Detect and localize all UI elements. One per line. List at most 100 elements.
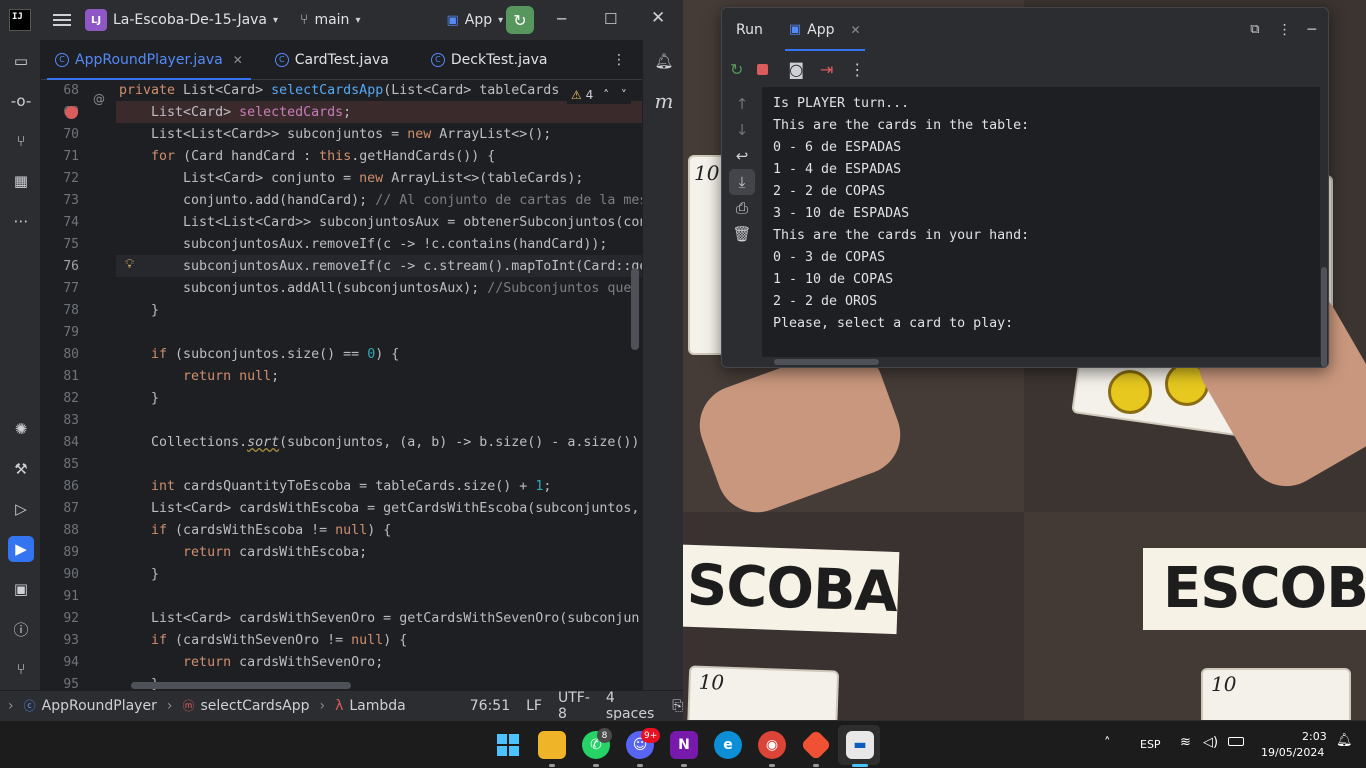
chevron-up-icon[interactable]: ˄ (603, 88, 609, 102)
code-line[interactable]: Collections.sort(subconjuntos, (a, b) ->… (119, 432, 639, 454)
git-client-icon[interactable] (800, 729, 832, 761)
breadcrumb-lambda[interactable]: Lambda (349, 698, 405, 714)
rerun-button[interactable]: ↻ (506, 6, 534, 34)
code-line[interactable]: if (cardsWithSevenOro != null) { (119, 630, 407, 652)
branch-selector[interactable]: main (314, 12, 349, 28)
tab-approundplayer[interactable]: C AppRoundPlayer.java ✕ (41, 40, 257, 80)
code-line[interactable]: if (subconjuntos.size() == 0) { (119, 344, 399, 366)
exit-icon[interactable]: ⇥ (820, 60, 833, 79)
code-line[interactable]: List<Card> cardsWithSevenOro = getCardsW… (119, 608, 639, 630)
breadcrumb-class[interactable]: AppRoundPlayer (42, 698, 157, 714)
run-config-selector[interactable]: App (465, 12, 492, 28)
code-line[interactable]: List<Card> conjunto = new ArrayList<>(ta… (119, 168, 583, 190)
language-indicator[interactable]: ESP (1140, 738, 1161, 751)
console-output[interactable]: Is PLAYER turn... This are the cards in t… (762, 87, 1320, 365)
code-line[interactable]: return null; (119, 366, 279, 388)
code-line[interactable]: return cardsWithEscoba; (119, 542, 367, 564)
volume-icon[interactable]: ◁) (1203, 735, 1218, 750)
tab-cardtest[interactable]: C CardTest.java (261, 40, 403, 80)
float-window-icon[interactable]: ⧉ (1250, 22, 1259, 37)
vertical-scrollbar[interactable] (631, 268, 639, 350)
options-icon[interactable]: ⋮ (1278, 22, 1292, 38)
code-line[interactable]: List<Card> selectedCards; (119, 102, 351, 124)
intellij-logo[interactable]: IJ (9, 9, 31, 31)
chrome-icon[interactable]: ◉ (758, 731, 786, 759)
tab-decktest[interactable]: C DeckTest.java (417, 40, 562, 80)
code-line[interactable]: for (Card handCard : this.getHandCards()… (119, 146, 495, 168)
tab-app[interactable]: ▣ App ✕ (784, 8, 865, 51)
main-menu-icon[interactable] (53, 11, 71, 29)
notifications-bell-icon[interactable]: 🔔︎ (1336, 733, 1353, 748)
caret-position[interactable]: 76:51 (470, 698, 510, 714)
file-encoding[interactable]: UTF-8 (558, 690, 590, 722)
build-icon[interactable]: ⚒ (8, 456, 34, 482)
edge-icon[interactable]: e (714, 731, 742, 759)
stop-icon[interactable] (757, 63, 769, 75)
start-button[interactable] (494, 731, 522, 759)
code-editor[interactable]: 6869707172737475767778798081828384858687… (41, 80, 642, 690)
vertical-scrollbar[interactable] (1321, 267, 1327, 367)
hide-window-icon[interactable]: ─ (1308, 22, 1316, 38)
code-line[interactable]: return cardsWithSevenOro; (119, 652, 383, 674)
camera-icon[interactable]: ◙ (788, 60, 804, 79)
debug-icon[interactable]: ✺ (8, 416, 34, 442)
print-icon[interactable]: ⎙ (729, 195, 755, 221)
pull-requests-icon[interactable]: ⑂ (8, 128, 34, 154)
close-button[interactable]: ✕ (651, 8, 665, 28)
intellij-taskbar-icon[interactable]: ▬ (846, 731, 874, 759)
close-tab-icon[interactable]: ✕ (233, 53, 243, 67)
close-tab-icon[interactable]: ✕ (851, 23, 861, 37)
code-line[interactable]: int cardsQuantityToEscoba = tableCards.s… (119, 476, 551, 498)
run-tool-icon[interactable]: ▶ (8, 536, 34, 562)
tabs-menu-icon[interactable]: ⋮ (612, 52, 626, 68)
minimize-button[interactable]: ─ (557, 10, 566, 28)
problems-icon[interactable]: ⓘ (8, 616, 34, 642)
code-line[interactable]: List<List<Card>> subconjuntos = new Arra… (119, 124, 551, 146)
maximize-button[interactable]: ☐ (604, 10, 617, 28)
code-line[interactable]: } (119, 564, 159, 586)
services-icon[interactable]: ▷ (8, 496, 34, 522)
terminal-icon[interactable]: ▣ (8, 576, 34, 602)
more-actions-icon[interactable]: ⋮ (849, 60, 865, 79)
file-explorer-icon[interactable] (538, 731, 566, 759)
arrow-up-icon[interactable]: ↑ (729, 91, 755, 117)
code-line[interactable]: subconjuntosAux.removeIf(c -> c.stream()… (119, 256, 642, 278)
maven-icon[interactable]: m (651, 88, 677, 114)
code-line[interactable]: if (cardsWithEscoba != null) { (119, 520, 391, 542)
horizontal-scrollbar[interactable] (131, 682, 351, 689)
rerun-icon[interactable]: ↻ (730, 60, 743, 79)
chevron-down-icon[interactable]: ˅ (621, 88, 627, 102)
line-separator[interactable]: LF (526, 698, 542, 714)
battery-icon[interactable] (1228, 737, 1244, 746)
code-line[interactable]: conjunto.add(handCard); // Al conjunto d… (119, 190, 642, 212)
commit-icon[interactable]: -o- (8, 88, 34, 114)
code-line[interactable]: List<Card> cardsWithEscoba = getCardsWit… (119, 498, 639, 520)
clock-time[interactable]: 2:03 (1302, 730, 1327, 743)
arrow-down-icon[interactable]: ↓ (729, 117, 755, 143)
clock-date[interactable]: 19/05/2024 (1261, 746, 1324, 759)
project-folder-icon[interactable]: ▭ (8, 48, 34, 74)
breakpoint-icon[interactable] (65, 106, 78, 119)
scroll-to-end-icon[interactable]: ⤓ (729, 169, 755, 195)
git-icon[interactable]: ⑂ (8, 656, 34, 682)
lock-icon[interactable]: ⎘ (672, 698, 683, 714)
project-name[interactable]: La-Escoba-De-15-Java (113, 12, 267, 28)
lightbulb-icon[interactable]: 💡︎ (125, 257, 134, 272)
horizontal-scrollbar[interactable] (774, 359, 879, 365)
breadcrumb-method[interactable]: selectCardsApp (200, 698, 309, 714)
structure-icon[interactable]: ▦ (8, 168, 34, 194)
code-line[interactable]: subconjuntos.addAll(subconjuntosAux); //… (119, 278, 631, 300)
inspection-widget[interactable]: ⚠ 4 ˄ ˅ (567, 86, 631, 104)
indent-setting[interactable]: 4 spaces (606, 690, 654, 722)
override-icon[interactable]: @ (93, 92, 105, 106)
wifi-icon[interactable]: ≋ (1180, 735, 1191, 750)
code-line[interactable]: } (119, 300, 159, 322)
code-line[interactable]: } (119, 388, 159, 410)
code-line[interactable]: private List<Card> selectCardsApp(List<C… (119, 80, 559, 102)
code-line[interactable]: List<List<Card>> subconjuntosAux = obten… (119, 212, 642, 234)
trash-icon[interactable]: 🗑︎ (729, 221, 755, 247)
soft-wrap-icon[interactable]: ↩ (729, 143, 755, 169)
more-tools-icon[interactable]: ⋯ (8, 208, 34, 234)
chevron-up-icon[interactable]: ˄ (1104, 736, 1111, 751)
notifications-icon[interactable]: 🔔︎ (651, 48, 677, 74)
